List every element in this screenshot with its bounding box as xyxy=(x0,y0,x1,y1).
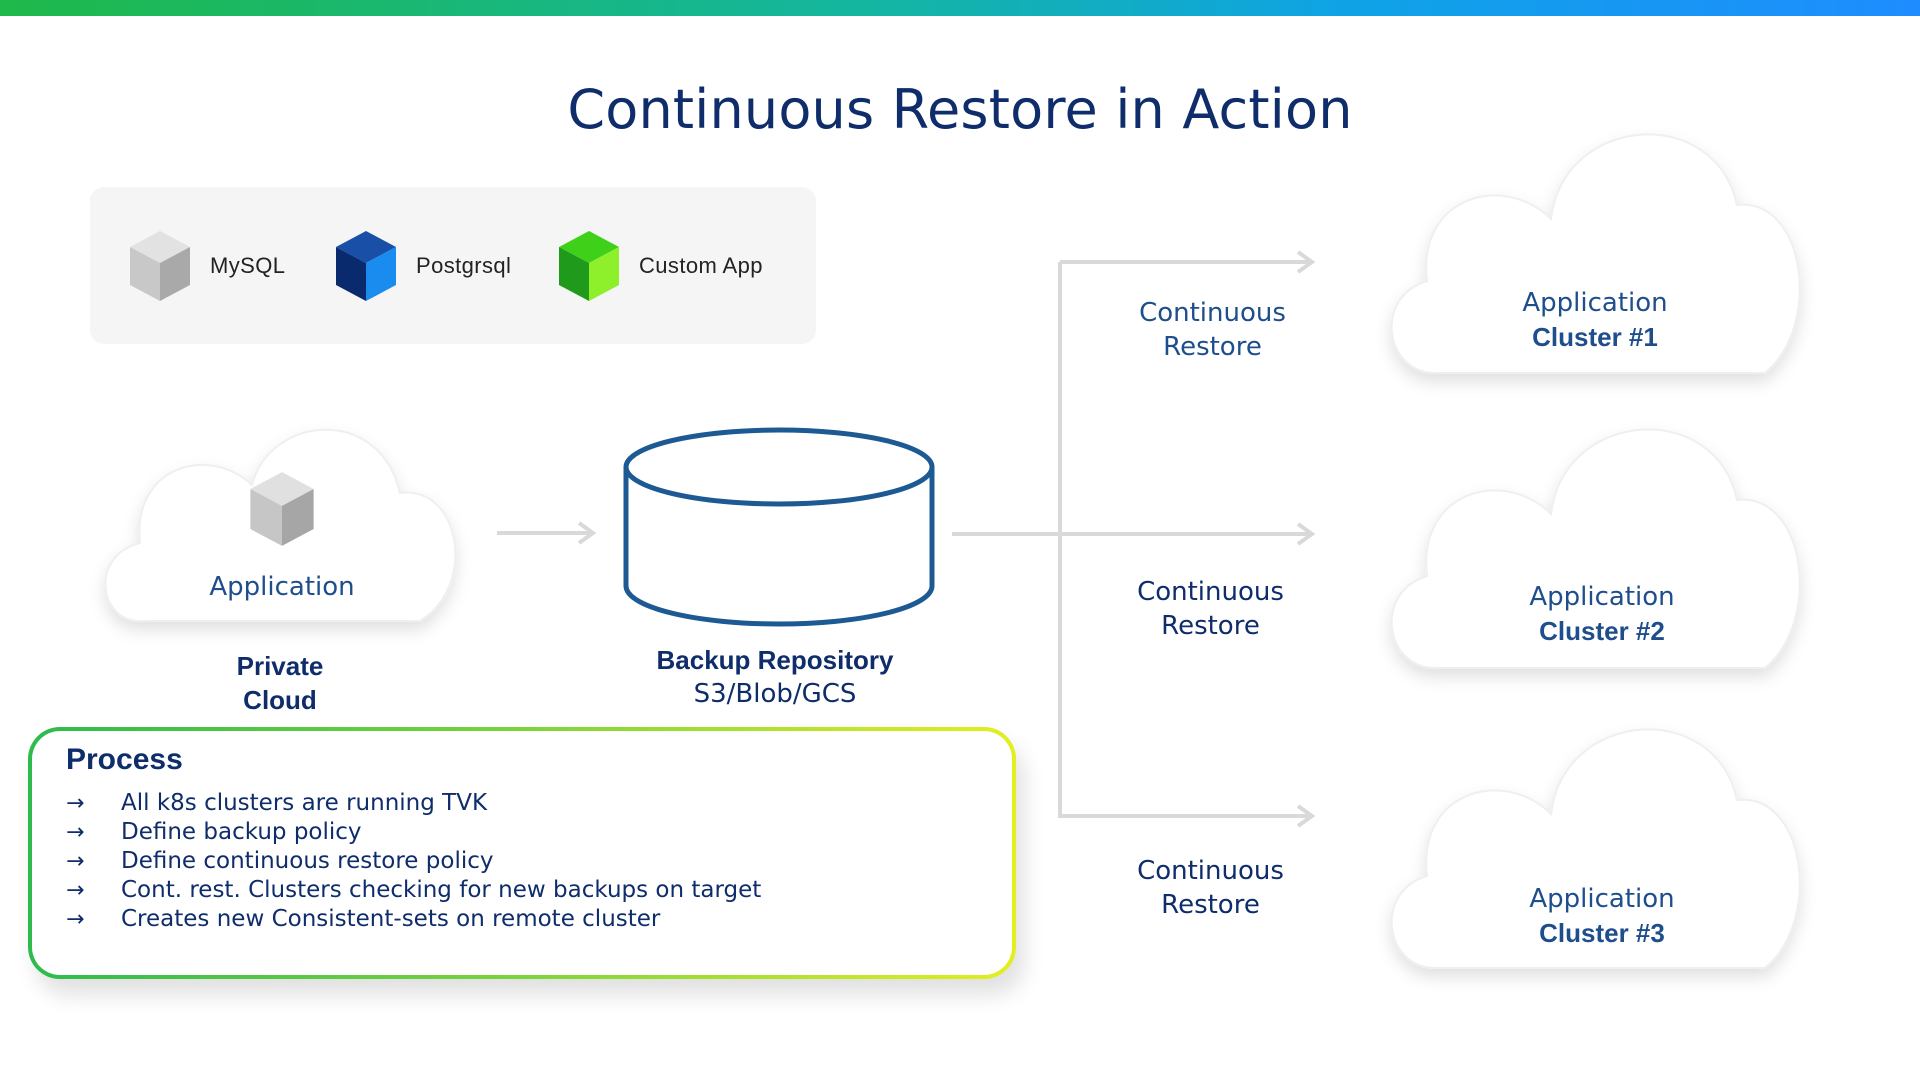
private-cloud-title-line1: Private xyxy=(236,651,324,681)
legend-item-custom-app: Custom App xyxy=(557,187,763,344)
cluster-1-label: Application Cluster #1 xyxy=(1495,286,1695,354)
arrow-to-repository xyxy=(497,521,597,545)
restore-label-2: Continuous Restore xyxy=(1108,575,1313,643)
arrow-right-icon: → xyxy=(66,849,85,874)
arrow-right-icon: → xyxy=(66,878,85,903)
process-step: → All k8s clusters are running TVK xyxy=(66,789,761,818)
green-cube-icon xyxy=(559,230,619,301)
process-steps: → All k8s clusters are running TVK → Defin… xyxy=(66,789,761,934)
cluster-2-cloud-shape xyxy=(1390,428,1801,669)
process-step-text: Creates new Consistent-sets on remote cl… xyxy=(121,906,661,932)
arrow-right-icon: → xyxy=(66,791,85,816)
cluster-3-label: Application Cluster #3 xyxy=(1502,882,1702,950)
restore-label-line2: Restore xyxy=(1161,611,1260,641)
blue-cube-icon xyxy=(336,230,396,301)
backup-repository-cylinder xyxy=(623,427,935,627)
cluster-label-line1: Application xyxy=(1529,884,1675,914)
restore-label-1: Continuous Restore xyxy=(1110,296,1315,364)
legend-item-mysql: MySQL xyxy=(128,187,285,344)
application-cube-icon xyxy=(250,472,314,546)
cluster-label-line1: Application xyxy=(1522,288,1668,318)
cluster-label-line1: Application xyxy=(1529,582,1675,612)
legend-item-postgrsql: Postgrsql xyxy=(334,187,511,344)
process-step: → Define backup policy xyxy=(66,818,761,847)
process-step-text: All k8s clusters are running TVK xyxy=(121,790,488,816)
restore-label-line2: Restore xyxy=(1161,890,1260,920)
legend-label: Custom App xyxy=(639,252,763,278)
top-gradient-bar xyxy=(0,0,1920,16)
arrow-right-icon: → xyxy=(66,820,85,845)
restore-label-line1: Continuous xyxy=(1137,577,1284,607)
cluster-1-cloud-shape xyxy=(1390,133,1801,374)
private-cloud-title-line2: Cloud xyxy=(243,685,317,715)
arrow-right-icon: → xyxy=(66,907,85,932)
repository-title: Backup Repository xyxy=(656,645,894,675)
restore-label-line1: Continuous xyxy=(1137,856,1284,886)
cluster-label-line2: Cluster #1 xyxy=(1532,322,1658,352)
cluster-3-cloud-shape xyxy=(1390,728,1801,969)
process-step-text: Define backup policy xyxy=(121,819,362,845)
cluster-2-label: Application Cluster #2 xyxy=(1502,580,1702,648)
repository-subtitle: S3/Blob/GCS xyxy=(693,679,857,709)
cluster-label-line2: Cluster #3 xyxy=(1539,918,1665,948)
process-step-text: Cont. rest. Clusters checking for new ba… xyxy=(121,877,762,903)
process-panel: Process → All k8s clusters are running TV… xyxy=(28,727,1016,979)
private-cloud-title: Private Cloud xyxy=(180,649,380,717)
process-step: → Define continuous restore policy xyxy=(66,847,761,876)
source-cloud-label: Application xyxy=(209,572,355,602)
restore-label-line2: Restore xyxy=(1163,332,1262,362)
restore-label-3: Continuous Restore xyxy=(1108,854,1313,922)
process-step: → Creates new Consistent-sets on remote c… xyxy=(66,905,761,934)
process-step: → Cont. rest. Clusters checking for new b… xyxy=(66,876,761,905)
restore-label-line1: Continuous xyxy=(1139,298,1286,328)
legend-label: MySQL xyxy=(210,252,286,278)
legend-panel: MySQL Postgrsql Custom App xyxy=(90,187,816,344)
process-title: Process xyxy=(66,743,183,776)
process-step-text: Define continuous restore policy xyxy=(121,848,494,874)
cluster-label-line2: Cluster #2 xyxy=(1539,616,1665,646)
gray-cube-icon xyxy=(130,230,190,301)
legend-label: Postgrsql xyxy=(416,252,512,278)
